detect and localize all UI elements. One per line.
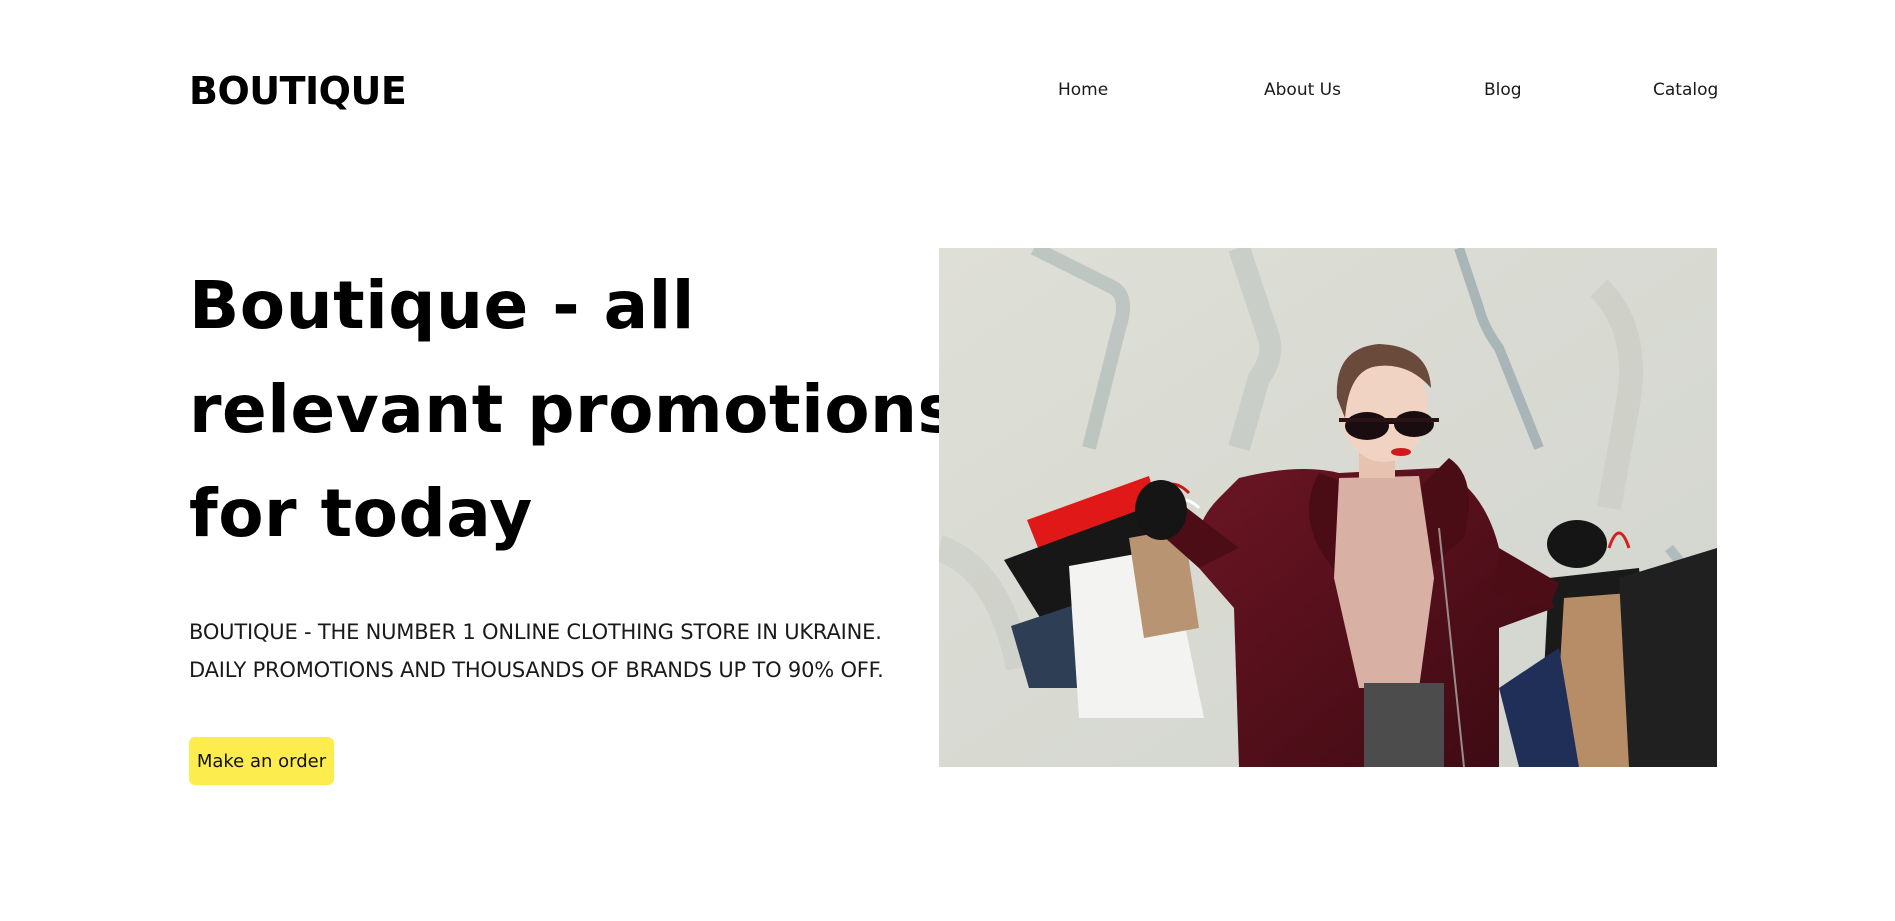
hero-subtitle-line-2: DAILY PROMOTIONS AND THOUSANDS OF BRANDS…	[189, 658, 884, 682]
hero-title-line-2: relevant promotions	[189, 371, 958, 448]
nav-link-blog[interactable]: Blog	[1484, 78, 1522, 102]
hero-title-line-1: Boutique - all	[189, 267, 695, 344]
hero-image	[939, 248, 1717, 767]
shopping-woman-illustration	[939, 248, 1717, 767]
site-logo[interactable]: BOUTIQUE	[189, 68, 407, 114]
hero-title-line-3: for today	[189, 475, 533, 552]
hero-subtitle-line-1: BOUTIQUE - THE NUMBER 1 ONLINE CLOTHING …	[189, 620, 882, 644]
nav-link-catalog[interactable]: Catalog	[1653, 78, 1718, 102]
site-header: BOUTIQUE Home About Us Blog Catalog	[0, 0, 1895, 180]
hero-subtitle: BOUTIQUE - THE NUMBER 1 ONLINE CLOTHING …	[189, 613, 909, 689]
nav-link-home[interactable]: Home	[1058, 78, 1108, 102]
make-order-button[interactable]: Make an order	[189, 737, 334, 785]
hero-title: Boutique - all relevant promotions for t…	[189, 254, 958, 566]
nav-link-about-us[interactable]: About Us	[1264, 78, 1341, 102]
